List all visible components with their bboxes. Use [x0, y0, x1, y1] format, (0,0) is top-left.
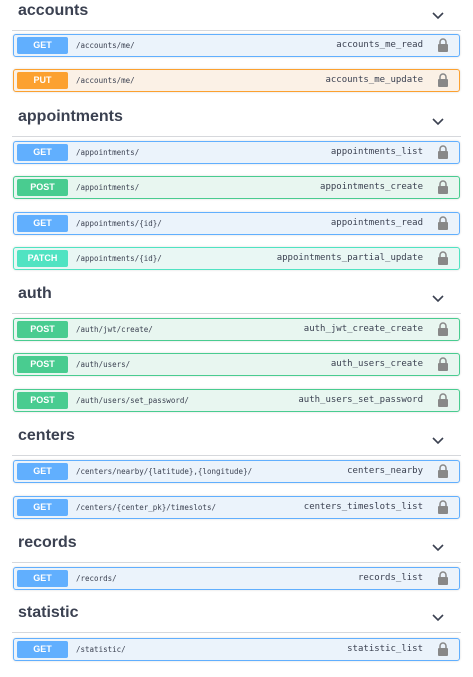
- method-badge: POST: [17, 356, 68, 373]
- operation-path: /appointments/{id}/: [76, 219, 162, 228]
- lock-icon[interactable]: [437, 571, 449, 585]
- operation-id: auth_jwt_create_create: [303, 324, 423, 334]
- operation-appointments-partial-update[interactable]: PATCH /appointments/{id}/ appointments_p…: [13, 247, 460, 270]
- tag-title: records: [18, 534, 77, 551]
- lock-icon[interactable]: [437, 464, 449, 478]
- tag-header-appointments[interactable]: appointments: [12, 106, 461, 137]
- operation-centers-nearby[interactable]: GET /centers/nearby/{latitude},{longitud…: [13, 460, 460, 483]
- chevron-down-icon[interactable]: [431, 610, 445, 624]
- operation-id: statistic_list: [347, 644, 423, 654]
- operation-auth-users-set-password[interactable]: POST /auth/users/set_password/ auth_user…: [13, 389, 460, 412]
- operation-accounts-me-read[interactable]: GET /accounts/me/ accounts_me_read: [13, 34, 460, 57]
- operation-auth-users-create[interactable]: POST /auth/users/ auth_users_create: [13, 353, 460, 376]
- operation-accounts-me-update[interactable]: PUT /accounts/me/ accounts_me_update: [13, 69, 460, 92]
- method-badge: PATCH: [17, 250, 68, 267]
- lock-icon[interactable]: [437, 322, 449, 336]
- tag-header-centers[interactable]: centers: [12, 425, 461, 456]
- tag-header-accounts[interactable]: accounts: [12, 0, 461, 31]
- operation-id: auth_users_set_password: [298, 395, 423, 405]
- operation-path: /accounts/me/: [76, 76, 135, 85]
- operation-id: records_list: [357, 573, 423, 583]
- operation-path: /statistic/: [76, 645, 126, 654]
- tag-title: centers: [18, 427, 75, 444]
- lock-icon[interactable]: [437, 393, 449, 407]
- operation-path: /auth/jwt/create/: [76, 325, 153, 334]
- operation-path: /auth/users/set_password/: [76, 396, 189, 405]
- tag-header-records[interactable]: records: [12, 532, 461, 563]
- tag-title: appointments: [18, 108, 123, 125]
- operation-path: /auth/users/: [76, 360, 131, 369]
- lock-icon[interactable]: [437, 642, 449, 656]
- lock-icon[interactable]: [437, 38, 449, 52]
- tag-header-statistic[interactable]: statistic: [12, 602, 461, 633]
- operation-id: appointments_partial_update: [276, 253, 423, 263]
- lock-icon[interactable]: [437, 500, 449, 514]
- method-badge: GET: [17, 499, 68, 516]
- lock-icon[interactable]: [437, 73, 449, 87]
- operation-id: appointments_create: [320, 182, 423, 192]
- operation-id: centers_nearby: [347, 466, 423, 476]
- method-badge: GET: [17, 215, 68, 232]
- method-badge: GET: [17, 463, 68, 480]
- operation-path: /appointments/{id}/: [76, 254, 162, 263]
- operation-appointments-list[interactable]: GET /appointments/ appointments_list: [13, 141, 460, 164]
- chevron-down-icon[interactable]: [431, 291, 445, 305]
- operation-id: appointments_read: [330, 218, 423, 228]
- lock-icon[interactable]: [437, 180, 449, 194]
- operation-records-list[interactable]: GET /records/ records_list: [13, 567, 460, 590]
- method-badge: GET: [17, 37, 68, 54]
- chevron-down-icon[interactable]: [431, 114, 445, 128]
- operation-statistic-list[interactable]: GET /statistic/ statistic_list: [13, 638, 460, 661]
- chevron-down-icon[interactable]: [431, 8, 445, 22]
- operation-appointments-create[interactable]: POST /appointments/ appointments_create: [13, 176, 460, 199]
- operation-centers-timeslots-list[interactable]: GET /centers/{center_pk}/timeslots/ cent…: [13, 496, 460, 519]
- method-badge: GET: [17, 144, 68, 161]
- tag-title: auth: [18, 285, 52, 302]
- method-badge: PUT: [17, 72, 68, 89]
- operation-path: /appointments/: [76, 183, 140, 192]
- operation-path: /records/: [76, 574, 117, 583]
- lock-icon[interactable]: [437, 216, 449, 230]
- operation-path: /accounts/me/: [76, 41, 135, 50]
- operation-path: /appointments/: [76, 148, 140, 157]
- operation-id: centers_timeslots_list: [303, 502, 423, 512]
- operation-appointments-read[interactable]: GET /appointments/{id}/ appointments_rea…: [13, 212, 460, 235]
- tag-title: statistic: [18, 604, 79, 621]
- tag-header-auth[interactable]: auth: [12, 283, 461, 314]
- tag-title: accounts: [18, 2, 89, 19]
- operation-id: appointments_list: [330, 147, 423, 157]
- method-badge: POST: [17, 321, 68, 338]
- operation-id: auth_users_create: [330, 359, 423, 369]
- operation-auth-jwt-create[interactable]: POST /auth/jwt/create/ auth_jwt_create_c…: [13, 318, 460, 341]
- lock-icon[interactable]: [437, 145, 449, 159]
- chevron-down-icon[interactable]: [431, 540, 445, 554]
- operation-id: accounts_me_read: [336, 40, 423, 50]
- method-badge: GET: [17, 641, 68, 658]
- method-badge: POST: [17, 179, 68, 196]
- chevron-down-icon[interactable]: [431, 433, 445, 447]
- lock-icon[interactable]: [437, 251, 449, 265]
- lock-icon[interactable]: [437, 357, 449, 371]
- operation-path: /centers/nearby/{latitude},{longitude}/: [76, 467, 253, 476]
- method-badge: POST: [17, 392, 68, 409]
- operation-path: /centers/{center_pk}/timeslots/: [76, 503, 216, 512]
- method-badge: GET: [17, 570, 68, 587]
- operation-id: accounts_me_update: [325, 75, 423, 85]
